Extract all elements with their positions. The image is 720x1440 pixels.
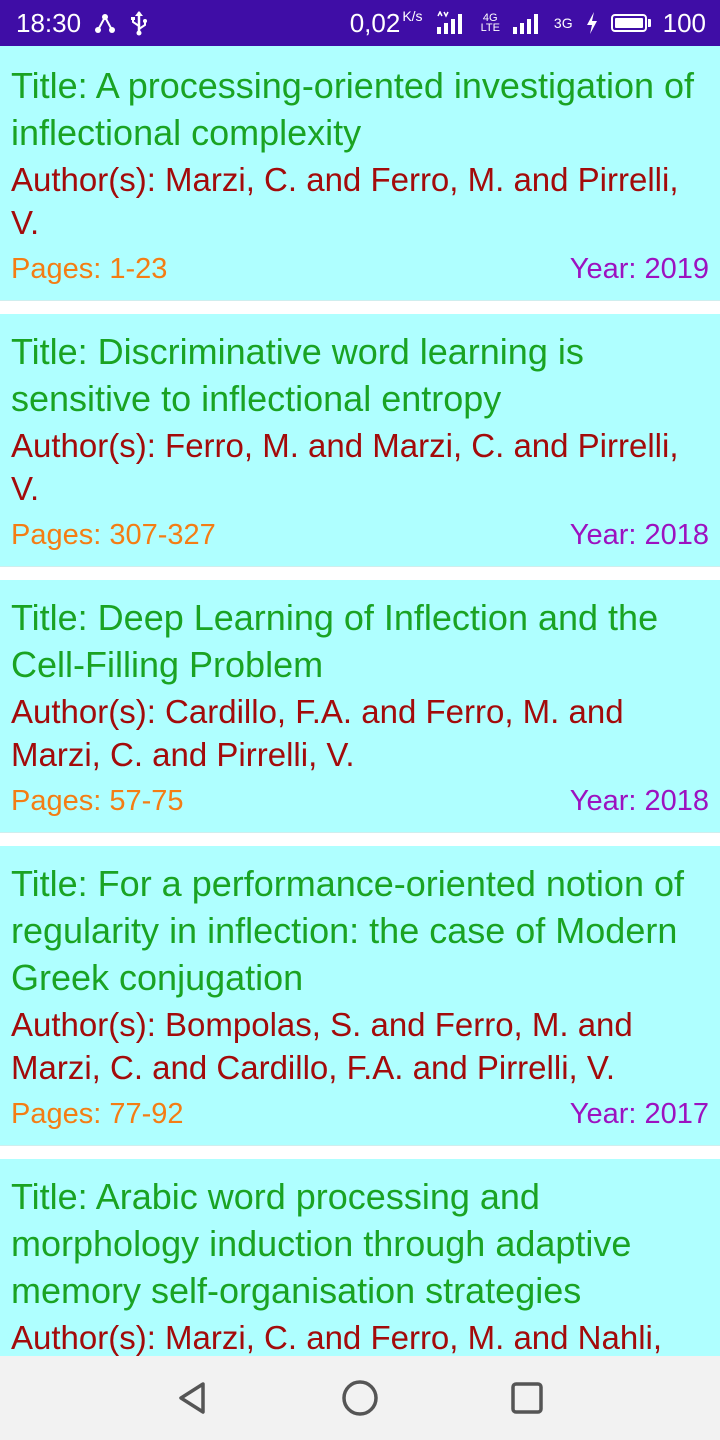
home-button[interactable] — [330, 1368, 390, 1428]
publication-year: Year: 2019 — [569, 253, 709, 285]
publication-pages: Pages: 1-23 — [11, 253, 168, 285]
recents-button[interactable] — [497, 1368, 557, 1428]
publication-authors: Author(s): Marzi, C. and Ferro, M. and N… — [11, 1319, 663, 1356]
publication-card[interactable]: Title: Deep Learning of Inflection and t… — [0, 580, 720, 833]
publication-authors: Author(s): Marzi, C. and Ferro, M. and P… — [11, 161, 679, 241]
network-speed-value: 0,02 — [349, 7, 401, 38]
charging-icon — [585, 11, 599, 35]
publication-card[interactable]: Title: Discriminative word learning is s… — [0, 314, 720, 567]
publication-card[interactable]: Title: A processing-oriented investigati… — [0, 46, 720, 301]
battery-icon — [610, 14, 651, 32]
clock: 18:30 — [16, 7, 82, 38]
signal-icon — [435, 11, 469, 35]
publication-meta: Pages: 77-92 Year: 2017 — [11, 1095, 709, 1133]
publication-meta: Pages: 307-327 Year: 2018 — [11, 516, 709, 554]
network-type-label: 4G LTE — [480, 13, 500, 34]
battery-level: 100 — [662, 7, 706, 38]
publication-list[interactable]: Title: A processing-oriented investigati… — [0, 46, 720, 1356]
publication-title: Title: Deep Learning of Inflection and t… — [11, 597, 659, 685]
signal-icon — [512, 11, 542, 35]
publication-meta: Pages: 57-75 Year: 2018 — [11, 782, 709, 820]
network-lte-label: LTE — [480, 22, 500, 34]
usb-tether-icon — [93, 11, 117, 35]
publication-authors: Author(s): Bompolas, S. and Ferro, M. an… — [11, 1006, 633, 1086]
navigation-bar — [0, 1356, 720, 1440]
status-bar: 18:30 0,02 K/s 4G LTE 3G 100 — [0, 0, 720, 46]
network-speed-unit: K/s — [402, 7, 423, 24]
home-icon — [342, 1380, 378, 1416]
publication-pages: Pages: 307-327 — [11, 519, 216, 551]
publication-pages: Pages: 77-92 — [11, 1098, 184, 1130]
publication-title: Title: A processing-oriented investigati… — [11, 65, 695, 153]
status-bar-left: 18:30 — [16, 8, 149, 39]
publication-card[interactable]: Title: For a performance-oriented notion… — [0, 846, 720, 1146]
publication-pages: Pages: 57-75 — [11, 785, 184, 817]
network-speed: 0,02 K/s — [350, 8, 423, 39]
publication-year: Year: 2018 — [569, 785, 709, 817]
back-icon — [179, 1382, 206, 1414]
publication-title: Title: Discriminative word learning is s… — [11, 331, 584, 419]
publication-year: Year: 2017 — [569, 1098, 709, 1130]
publication-title: Title: Arabic word processing and morpho… — [11, 1176, 632, 1311]
publication-title: Title: For a performance-oriented notion… — [11, 863, 684, 998]
usb-icon — [129, 10, 149, 36]
publication-authors: Author(s): Cardillo, F.A. and Ferro, M. … — [11, 693, 624, 773]
recents-icon — [510, 1382, 543, 1414]
back-button[interactable] — [163, 1368, 223, 1428]
network-3g-label: 3G — [553, 15, 573, 31]
publication-meta: Pages: 1-23 Year: 2019 — [11, 250, 709, 288]
publication-authors: Author(s): Ferro, M. and Marzi, C. and P… — [11, 427, 679, 507]
publication-card[interactable]: Title: Arabic word processing and morpho… — [0, 1159, 720, 1356]
publication-year: Year: 2018 — [569, 519, 709, 551]
status-bar-right: 0,02 K/s 4G LTE 3G 100 — [350, 8, 706, 39]
